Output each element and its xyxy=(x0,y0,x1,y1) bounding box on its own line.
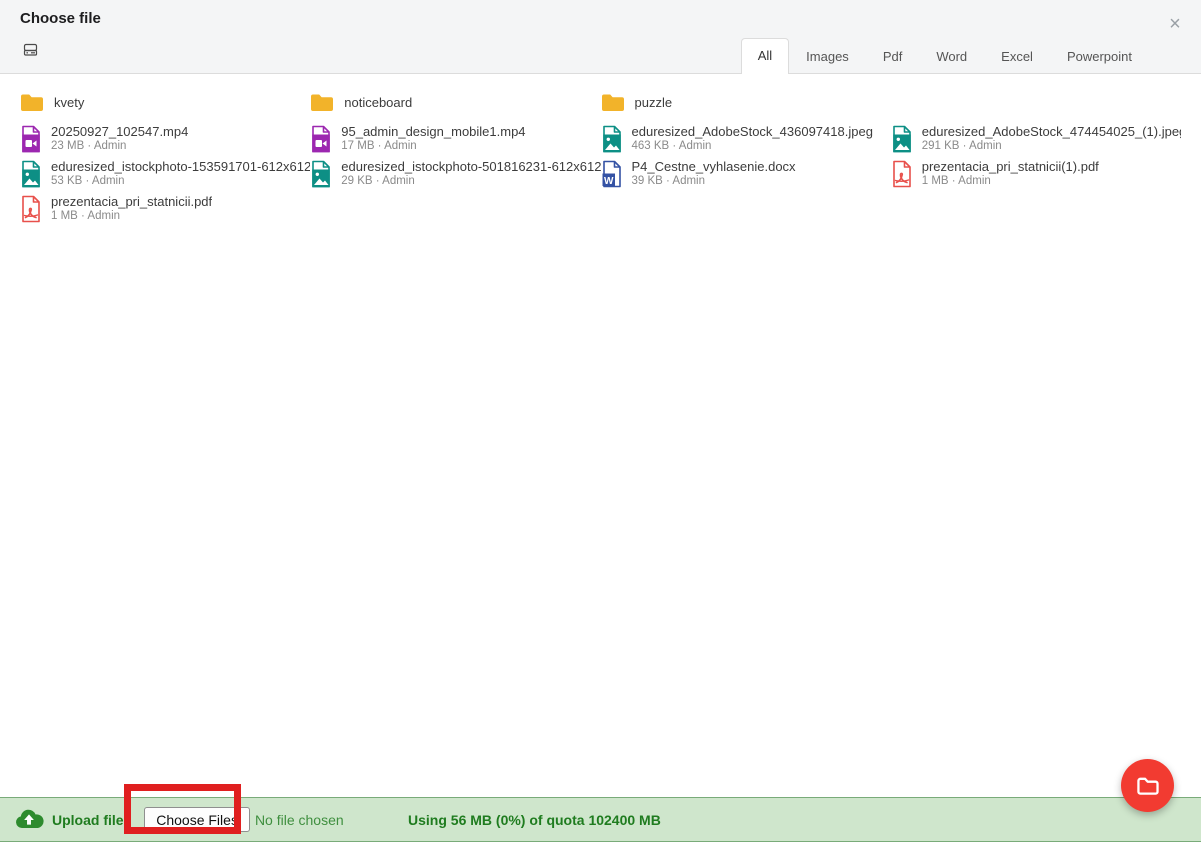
tab-images[interactable]: Images xyxy=(789,39,866,74)
file-name: prezentacia_pri_statnicii(1).pdf xyxy=(922,159,1099,174)
image-file-icon xyxy=(310,159,332,188)
folder-item-puzzle[interactable]: puzzle xyxy=(601,89,891,115)
file-item[interactable]: 95_admin_design_mobile1.mp417 MB · Admin xyxy=(310,124,600,153)
image-file-icon xyxy=(891,124,913,153)
file-meta: 39 KB · Admin xyxy=(632,174,796,188)
quota-usage-text: Using 56 MB (0%) of quota 102400 MB xyxy=(408,812,661,828)
upload-file-label: Upload file: xyxy=(52,812,128,828)
file-meta: 1 MB · Admin xyxy=(922,174,1099,188)
file-name: P4_Cestne_vyhlasenie.docx xyxy=(632,159,796,174)
pdf-file-icon xyxy=(20,194,42,223)
tab-word[interactable]: Word xyxy=(919,39,984,74)
file-meta: 17 MB · Admin xyxy=(341,139,525,153)
file-name: 20250927_102547.mp4 xyxy=(51,124,188,139)
folder-item-noticeboard[interactable]: noticeboard xyxy=(310,89,600,115)
file-meta: 291 KB · Admin xyxy=(922,139,1181,153)
file-item[interactable]: eduresized_istockphoto-153591701-612x612… xyxy=(20,159,310,188)
file-name: eduresized_istockphoto-153591701-612x612… xyxy=(51,159,310,174)
file-item[interactable]: 20250927_102547.mp423 MB · Admin xyxy=(20,124,310,153)
tab-all[interactable]: All xyxy=(741,38,789,74)
folder-icon xyxy=(601,93,625,112)
folder-icon xyxy=(310,93,334,112)
file-name: prezentacia_pri_statnicii.pdf xyxy=(51,194,212,209)
video-file-icon xyxy=(20,124,42,153)
file-meta: 23 MB · Admin xyxy=(51,139,188,153)
folder-name: noticeboard xyxy=(344,95,412,110)
file-meta: 53 KB · Admin xyxy=(51,174,310,188)
cloud-upload-icon xyxy=(14,808,44,831)
drive-root-icon[interactable] xyxy=(22,41,39,58)
dialog-header: Choose file × AllImagesPdfWordExcelPower… xyxy=(0,0,1201,74)
tab-excel[interactable]: Excel xyxy=(984,39,1050,74)
folder-icon xyxy=(20,93,44,112)
folder-icon xyxy=(1135,775,1160,796)
tab-powerpoint[interactable]: Powerpoint xyxy=(1050,39,1149,74)
svg-text:W: W xyxy=(604,176,614,187)
video-file-icon xyxy=(310,124,332,153)
file-item[interactable]: eduresized_istockphoto-501816231-612x612… xyxy=(310,159,600,188)
tab-pdf[interactable]: Pdf xyxy=(866,39,920,74)
file-item[interactable]: eduresized_AdobeStock_474454025_(1).jpeg… xyxy=(891,124,1181,153)
file-meta: 1 MB · Admin xyxy=(51,209,212,223)
file-grid: 20250927_102547.mp423 MB · Admin95_admin… xyxy=(20,124,1181,223)
folder-grid: kvety noticeboard puzzle xyxy=(20,89,1181,115)
file-browser-content: kvety noticeboard puzzle 20250927_102547.m… xyxy=(0,74,1201,797)
file-item[interactable]: prezentacia_pri_statnicii.pdf1 MB · Admi… xyxy=(20,194,310,223)
no-file-chosen-text: No file chosen xyxy=(255,812,344,828)
folder-name: kvety xyxy=(54,95,84,110)
word-file-icon: W xyxy=(601,159,623,188)
file-meta: 463 KB · Admin xyxy=(632,139,873,153)
file-name: eduresized_AdobeStock_474454025_(1).jpeg xyxy=(922,124,1181,139)
file-name: 95_admin_design_mobile1.mp4 xyxy=(341,124,525,139)
pdf-file-icon xyxy=(891,159,913,188)
upload-bar: Upload file: Choose Files No file chosen… xyxy=(0,797,1201,842)
image-file-icon xyxy=(601,124,623,153)
folder-name: puzzle xyxy=(635,95,673,110)
open-folder-fab-button[interactable] xyxy=(1121,759,1174,812)
file-item[interactable]: eduresized_AdobeStock_436097418.jpeg463 … xyxy=(601,124,891,153)
file-name: eduresized_istockphoto-501816231-612x612… xyxy=(341,159,600,174)
file-name: eduresized_AdobeStock_436097418.jpeg xyxy=(632,124,873,139)
file-item[interactable]: prezentacia_pri_statnicii(1).pdf1 MB · A… xyxy=(891,159,1181,188)
dialog-title: Choose file xyxy=(20,10,101,27)
file-item[interactable]: W P4_Cestne_vyhlasenie.docx39 KB · Admin xyxy=(601,159,891,188)
file-type-tabs: AllImagesPdfWordExcelPowerpoint xyxy=(741,38,1149,74)
file-meta: 29 KB · Admin xyxy=(341,174,600,188)
image-file-icon xyxy=(20,159,42,188)
folder-item-kvety[interactable]: kvety xyxy=(20,89,310,115)
choose-files-button[interactable]: Choose Files xyxy=(144,807,250,832)
close-icon[interactable]: × xyxy=(1163,12,1187,36)
